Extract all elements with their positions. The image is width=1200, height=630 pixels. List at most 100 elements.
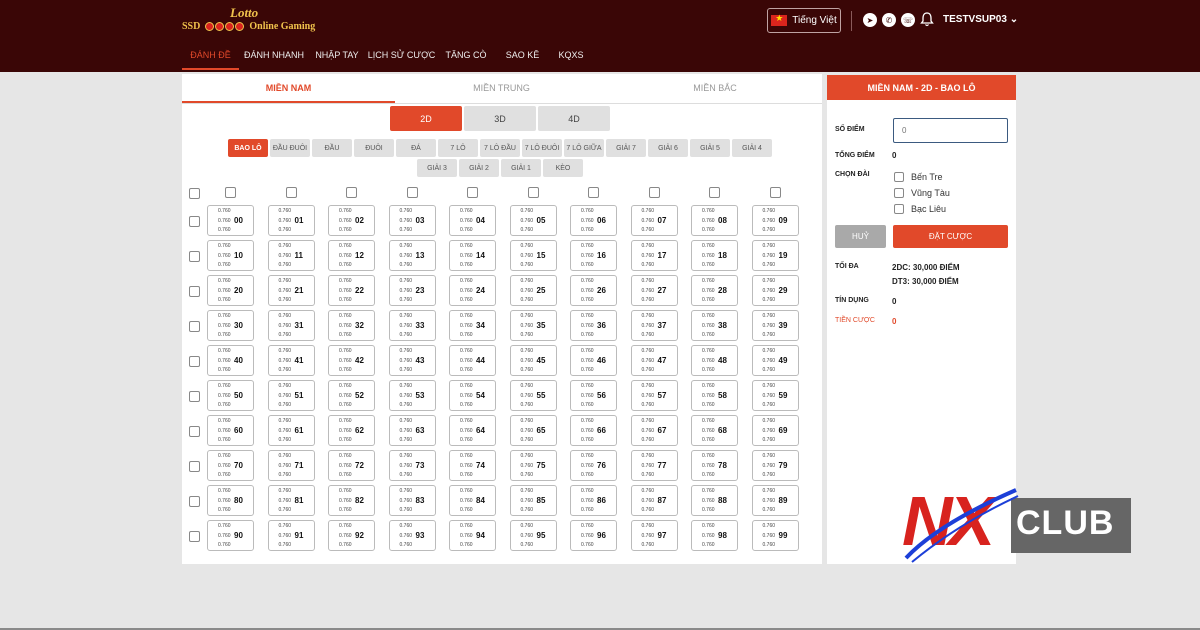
number-cell[interactable]: 0.760 0.760 0.760 18 xyxy=(691,240,738,271)
nav-item-kqxs[interactable]: KQXS xyxy=(551,44,591,70)
number-cell[interactable]: 0.760 0.760 0.760 15 xyxy=(509,240,557,271)
row-checkbox[interactable] xyxy=(189,426,200,437)
number-cell[interactable]: 0.760 0.760 0.760 67 xyxy=(630,415,678,446)
row-checkbox[interactable] xyxy=(189,321,200,332)
number-cell[interactable]: 0.760 0.760 0.760 69 xyxy=(751,415,799,446)
number-cell[interactable]: 0.760 0.760 0.760 31 xyxy=(267,310,315,341)
bet-type-tab[interactable]: BAO LÔ xyxy=(228,139,268,157)
bet-type-tab[interactable]: 7 LÔ xyxy=(438,139,478,157)
bet-type-tab[interactable]: GIẢI 5 xyxy=(690,139,730,157)
number-cell[interactable]: 0.760 0.760 0.760 52 xyxy=(328,380,375,411)
number-cell[interactable]: 0.760 0.760 0.760 83 xyxy=(388,485,436,516)
nav-item-tang-co[interactable]: TĂNG CÒ xyxy=(438,44,494,70)
number-cell[interactable]: 0.760 0.760 0.760 02 xyxy=(328,205,375,236)
number-cell[interactable]: 0.760 0.760 0.760 30 xyxy=(207,310,254,341)
number-cell[interactable]: 0.760 0.760 0.760 76 xyxy=(570,450,617,481)
number-cell[interactable]: 0.760 0.760 0.760 60 xyxy=(207,415,254,446)
number-cell[interactable]: 0.760 0.760 0.760 86 xyxy=(570,485,617,516)
number-cell[interactable]: 0.760 0.760 0.760 36 xyxy=(570,310,617,341)
number-cell[interactable]: 0.760 0.760 0.760 55 xyxy=(509,380,557,411)
number-cell[interactable]: 0.760 0.760 0.760 92 xyxy=(328,520,375,551)
number-cell[interactable]: 0.760 0.760 0.760 26 xyxy=(570,275,617,306)
bell-icon[interactable] xyxy=(920,12,934,27)
number-cell[interactable]: 0.760 0.760 0.760 96 xyxy=(570,520,617,551)
number-cell[interactable]: 0.760 0.760 0.760 84 xyxy=(449,485,496,516)
nav-item-danh-nhanh[interactable]: ĐÁNH NHANH xyxy=(239,44,309,70)
number-cell[interactable]: 0.760 0.760 0.760 09 xyxy=(751,205,799,236)
number-cell[interactable]: 0.760 0.760 0.760 40 xyxy=(207,345,254,376)
column-checkbox[interactable] xyxy=(406,187,418,198)
bet-type-tab[interactable]: GIẢI 1 xyxy=(501,159,541,177)
number-cell[interactable]: 0.760 0.760 0.760 61 xyxy=(267,415,315,446)
number-cell[interactable]: 0.760 0.760 0.760 33 xyxy=(388,310,436,341)
number-cell[interactable]: 0.760 0.760 0.760 80 xyxy=(207,485,254,516)
number-cell[interactable]: 0.760 0.760 0.760 22 xyxy=(328,275,375,306)
number-cell[interactable]: 0.760 0.760 0.760 64 xyxy=(449,415,496,446)
row-checkbox[interactable] xyxy=(189,251,200,262)
number-cell[interactable]: 0.760 0.760 0.760 85 xyxy=(509,485,557,516)
checkbox[interactable] xyxy=(894,172,904,182)
tab-3d[interactable]: 3D xyxy=(464,106,536,131)
number-cell[interactable]: 0.760 0.760 0.760 19 xyxy=(751,240,799,271)
nav-item-nhap-tay[interactable]: NHẬP TAY xyxy=(309,44,365,70)
station-option-ben-tre[interactable]: Bến Tre xyxy=(894,172,943,182)
select-all-checkbox[interactable] xyxy=(189,188,200,199)
number-cell[interactable]: 0.760 0.760 0.760 08 xyxy=(691,205,738,236)
bet-type-tab[interactable]: GIẢI 7 xyxy=(606,139,646,157)
number-cell[interactable]: 0.760 0.760 0.760 71 xyxy=(267,450,315,481)
number-cell[interactable]: 0.760 0.760 0.760 00 xyxy=(207,205,254,236)
tab-mien-nam[interactable]: MIỀN NAM xyxy=(182,74,395,103)
site-logo[interactable]: Lotto SSD Online Gaming xyxy=(182,5,315,37)
number-cell[interactable]: 0.760 0.760 0.760 66 xyxy=(570,415,617,446)
number-cell[interactable]: 0.760 0.760 0.760 41 xyxy=(267,345,315,376)
bet-type-tab[interactable]: 7 LÔ ĐẦU xyxy=(480,139,520,157)
number-cell[interactable]: 0.760 0.760 0.760 47 xyxy=(630,345,678,376)
column-checkbox[interactable] xyxy=(346,187,357,198)
number-cell[interactable]: 0.760 0.760 0.760 68 xyxy=(691,415,738,446)
number-cell[interactable]: 0.760 0.760 0.760 97 xyxy=(630,520,678,551)
number-cell[interactable]: 0.760 0.760 0.760 27 xyxy=(630,275,678,306)
number-cell[interactable]: 0.760 0.760 0.760 82 xyxy=(328,485,375,516)
number-cell[interactable]: 0.760 0.760 0.760 51 xyxy=(267,380,315,411)
number-cell[interactable]: 0.760 0.760 0.760 53 xyxy=(388,380,436,411)
number-cell[interactable]: 0.760 0.760 0.760 12 xyxy=(328,240,375,271)
number-cell[interactable]: 0.760 0.760 0.760 28 xyxy=(691,275,738,306)
number-cell[interactable]: 0.760 0.760 0.760 07 xyxy=(630,205,678,236)
row-checkbox[interactable] xyxy=(189,356,200,367)
column-checkbox[interactable] xyxy=(225,187,236,198)
column-checkbox[interactable] xyxy=(527,187,539,198)
number-cell[interactable]: 0.760 0.760 0.760 01 xyxy=(267,205,315,236)
number-cell[interactable]: 0.760 0.760 0.760 50 xyxy=(207,380,254,411)
number-cell[interactable]: 0.760 0.760 0.760 06 xyxy=(570,205,617,236)
column-checkbox[interactable] xyxy=(648,187,660,198)
number-cell[interactable]: 0.760 0.760 0.760 46 xyxy=(570,345,617,376)
number-cell[interactable]: 0.760 0.760 0.760 74 xyxy=(449,450,496,481)
number-cell[interactable]: 0.760 0.760 0.760 03 xyxy=(388,205,436,236)
bet-type-tab[interactable]: 7 LÔ ĐUÔI xyxy=(522,139,562,157)
whatsapp-icon[interactable]: ☏ xyxy=(901,13,915,27)
bet-type-tab[interactable]: GIẢI 3 xyxy=(417,159,457,177)
number-cell[interactable]: 0.760 0.760 0.760 58 xyxy=(691,380,738,411)
number-cell[interactable]: 0.760 0.760 0.760 70 xyxy=(207,450,254,481)
cancel-button[interactable]: HUỶ xyxy=(835,225,886,248)
nav-item-danh-de[interactable]: ĐÁNH ĐỀ xyxy=(182,44,239,70)
number-cell[interactable]: 0.760 0.760 0.760 91 xyxy=(267,520,315,551)
viber-icon[interactable]: ✆ xyxy=(882,13,896,27)
number-cell[interactable]: 0.760 0.760 0.760 75 xyxy=(509,450,557,481)
number-cell[interactable]: 0.760 0.760 0.760 93 xyxy=(388,520,436,551)
bet-type-tab[interactable]: GIẢI 4 xyxy=(732,139,772,157)
bet-type-tab[interactable]: ĐÁ xyxy=(396,139,436,157)
number-cell[interactable]: 0.760 0.760 0.760 43 xyxy=(388,345,436,376)
number-cell[interactable]: 0.760 0.760 0.760 78 xyxy=(691,450,738,481)
number-cell[interactable]: 0.760 0.760 0.760 24 xyxy=(449,275,496,306)
number-cell[interactable]: 0.760 0.760 0.760 20 xyxy=(207,275,254,306)
number-cell[interactable]: 0.760 0.760 0.760 99 xyxy=(751,520,799,551)
number-cell[interactable]: 0.760 0.760 0.760 79 xyxy=(751,450,799,481)
number-cell[interactable]: 0.760 0.760 0.760 29 xyxy=(751,275,799,306)
number-cell[interactable]: 0.760 0.760 0.760 94 xyxy=(449,520,496,551)
number-cell[interactable]: 0.760 0.760 0.760 35 xyxy=(509,310,557,341)
bet-type-tab[interactable]: ĐẦU xyxy=(312,139,352,157)
telegram-icon[interactable]: ➤ xyxy=(863,13,877,27)
station-option-bac-lieu[interactable]: Bạc Liêu xyxy=(894,204,946,214)
column-checkbox[interactable] xyxy=(588,187,599,198)
